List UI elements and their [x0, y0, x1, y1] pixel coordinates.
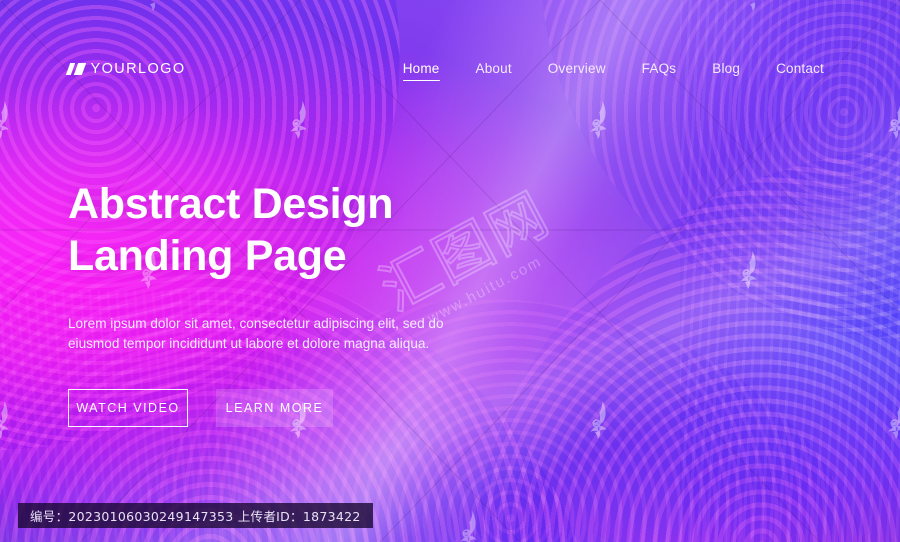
hero-section: Abstract Design Landing Page Lorem ipsum… [68, 178, 588, 354]
landing-page-hero-screenshot: 汇图网 www.huitu.com YOURLOGO Home About Ov… [0, 0, 900, 542]
watch-video-button[interactable]: WATCH VIDEO [68, 389, 188, 427]
slanted-bars-icon [65, 63, 86, 75]
page-title: Abstract Design Landing Page [68, 178, 588, 282]
nav-item-about[interactable]: About [458, 50, 530, 88]
nav-item-faqs[interactable]: FAQs [624, 50, 695, 88]
nav-item-blog[interactable]: Blog [694, 50, 758, 88]
nav-item-overview[interactable]: Overview [530, 50, 624, 88]
site-header: YOURLOGO Home About Overview FAQs Blog C… [0, 50, 900, 88]
page-title-line-1: Abstract Design [68, 180, 394, 228]
nav-item-contact[interactable]: Contact [758, 50, 842, 88]
hero-cta-group: WATCH VIDEO LEARN MORE [68, 389, 333, 427]
hero-subtitle: Lorem ipsum dolor sit amet, consectetur … [68, 316, 444, 351]
stock-image-id-bar: 编号：20230106030249147353 上传者ID：1873422 [18, 503, 373, 528]
learn-more-button[interactable]: LEARN MORE [216, 389, 333, 427]
page-content: YOURLOGO Home About Overview FAQs Blog C… [0, 0, 900, 542]
brand-logo-text: YOURLOGO [90, 61, 186, 77]
brand-logo[interactable]: YOURLOGO [65, 50, 186, 88]
main-navigation: Home About Overview FAQs Blog Contact [385, 50, 842, 88]
page-title-line-2: Landing Page [68, 232, 347, 280]
nav-item-home[interactable]: Home [385, 50, 458, 88]
